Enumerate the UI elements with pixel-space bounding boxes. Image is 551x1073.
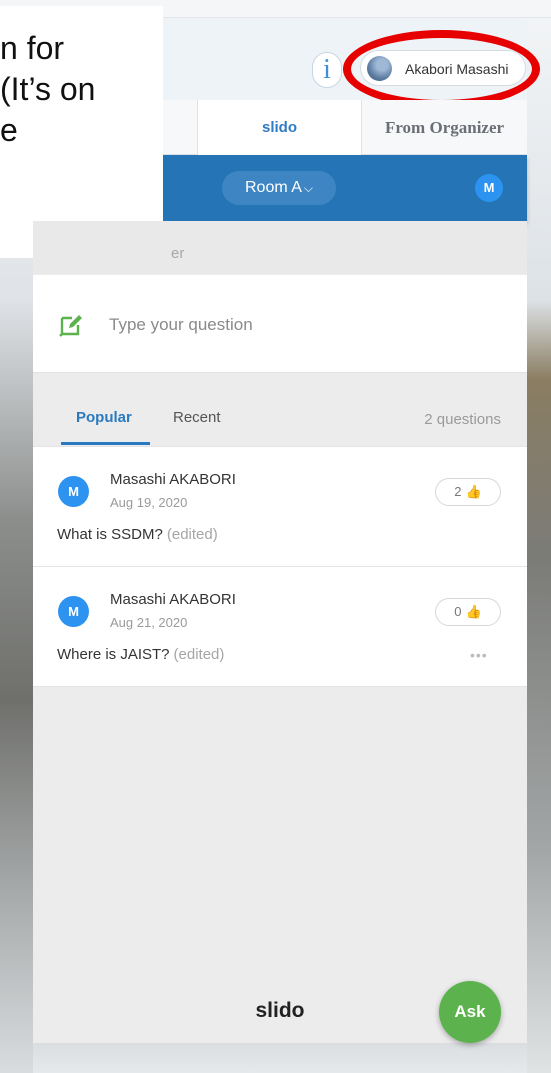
like-count: 2 [454, 484, 462, 499]
chevron-down-icon: ⌵ [303, 181, 314, 195]
author-avatar: M [58, 596, 89, 627]
question-list: M Masashi AKABORI Aug 19, 2020 What is S… [33, 446, 527, 687]
question-count: 2 questions [424, 411, 501, 428]
compose-icon [59, 315, 82, 337]
questions-panel: er Type your question Popular Recent 2 q… [33, 221, 527, 1043]
question-input-box[interactable]: Type your question [33, 275, 527, 373]
room-name: Room A [244, 179, 302, 196]
background-right [527, 0, 551, 1073]
speaker-line: er [33, 221, 527, 274]
highlight-circle-annotation [343, 30, 540, 108]
author-avatar: M [58, 476, 89, 507]
question-author: Masashi AKABORI [110, 591, 236, 608]
question-item: M Masashi AKABORI Aug 21, 2020 Where is … [33, 567, 527, 687]
overlay-text: n for (It’s on e [0, 30, 96, 148]
like-button[interactable]: 2 👍 [435, 478, 501, 506]
question-item: M Masashi AKABORI Aug 19, 2020 What is S… [33, 447, 527, 567]
more-options-icon[interactable]: ••• [470, 647, 488, 663]
tab-recent[interactable]: Recent [173, 409, 221, 426]
thumbs-up-icon: 👍 [465, 484, 482, 499]
room-selector[interactable]: Room A ⌵ [222, 171, 336, 205]
room-user-avatar[interactable]: M [475, 174, 503, 202]
speaker-text: er [171, 245, 185, 262]
question-date: Aug 19, 2020 [110, 495, 188, 510]
thumbs-up-icon: 👍 [465, 604, 482, 619]
like-button[interactable]: 0 👍 [435, 598, 501, 626]
edited-label: (edited) [166, 526, 218, 543]
tab-slido[interactable]: slido [197, 100, 361, 155]
active-tab-indicator [61, 442, 150, 445]
like-count: 0 [454, 604, 462, 619]
question-author: Masashi AKABORI [110, 471, 236, 488]
tab-popular[interactable]: Popular [76, 409, 132, 426]
edited-label: (edited) [173, 646, 225, 663]
question-input-placeholder: Type your question [109, 315, 253, 334]
question-text: Where is JAIST? (edited) [57, 646, 224, 663]
questions-header: Popular Recent 2 questions [33, 393, 527, 445]
question-body: Where is JAIST? [57, 646, 170, 663]
ask-button[interactable]: Ask [439, 981, 501, 1043]
info-icon[interactable]: i [312, 52, 342, 88]
question-body: What is SSDM? [57, 526, 163, 543]
question-date: Aug 21, 2020 [110, 615, 188, 630]
tab-from-organizer[interactable]: From Organizer [361, 100, 527, 155]
question-text: What is SSDM? (edited) [57, 526, 218, 543]
